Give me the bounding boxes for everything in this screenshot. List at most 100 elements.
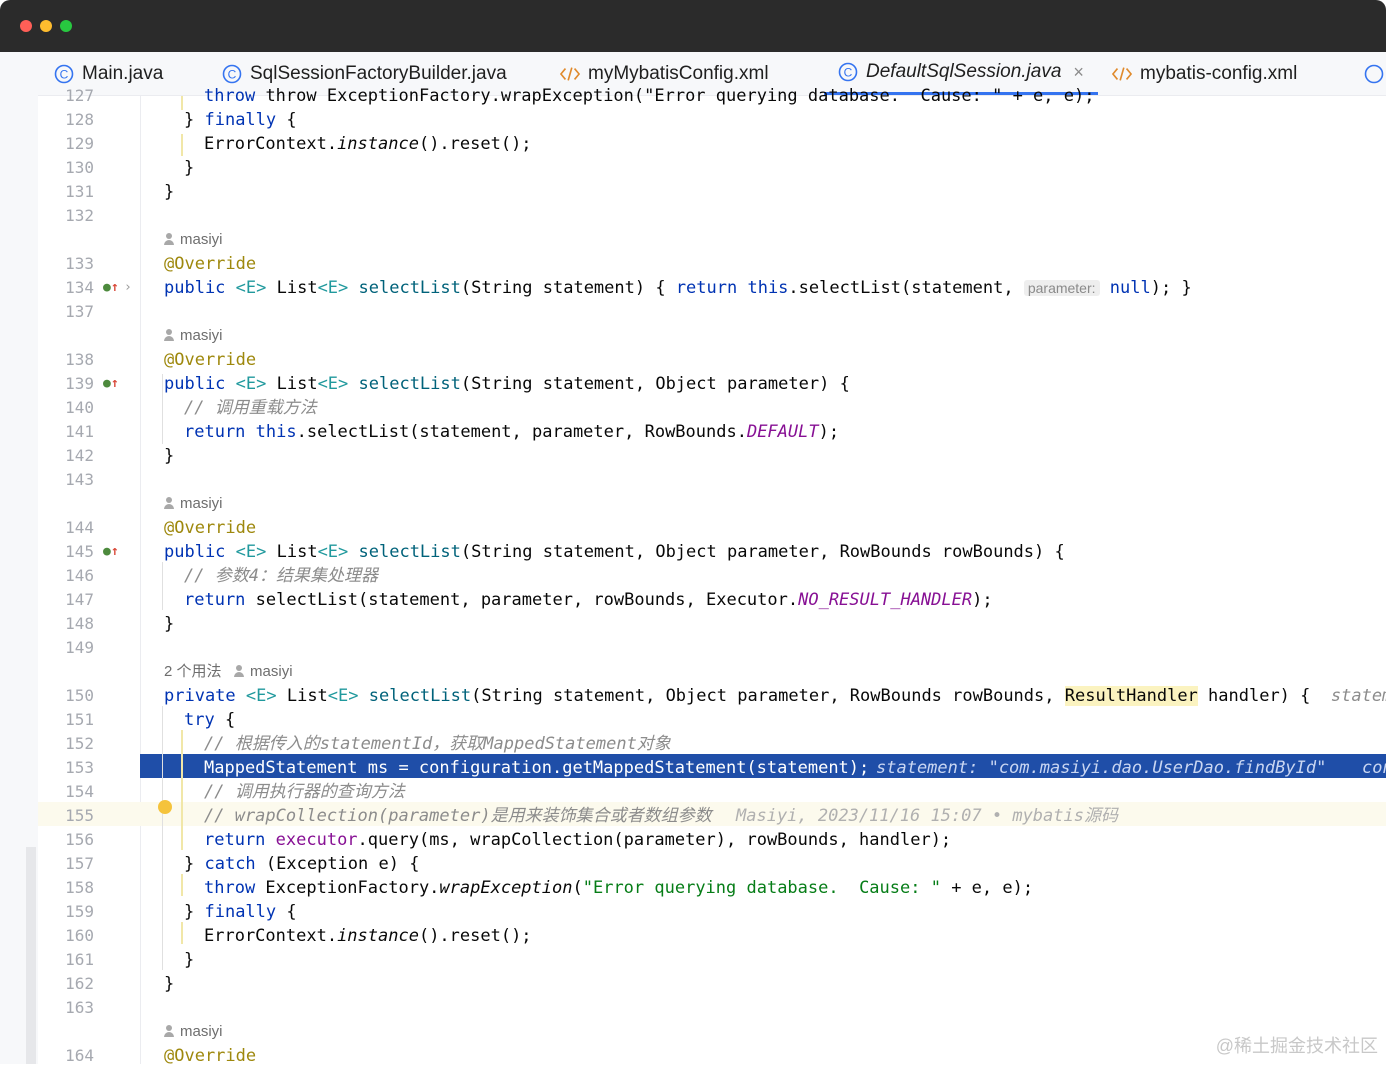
- code-line[interactable]: 157 } catch (Exception e) {: [0, 852, 1386, 876]
- code-line[interactable]: 146 // 参数4：结果集处理器: [0, 564, 1386, 588]
- line-number: 152: [65, 734, 94, 753]
- implements-up-arrow-icon[interactable]: ↑: [111, 276, 119, 300]
- code-line[interactable]: 140 // 调用重载方法: [0, 396, 1386, 420]
- code-line[interactable]: 158 throw ExceptionFactory.wrapException…: [0, 876, 1386, 900]
- line-number: 139: [65, 374, 94, 393]
- code-line[interactable]: 127 throw throw ExceptionFactory.wrapExc…: [0, 84, 1386, 108]
- line-number: 161: [65, 950, 94, 969]
- tab-label: myMybatisConfig.xml: [588, 62, 769, 84]
- code-line[interactable]: 160 ErrorContext.instance().reset();: [0, 924, 1386, 948]
- code-text: private <E> List<E> selectList(String st…: [164, 684, 1386, 708]
- user-icon: [164, 497, 174, 509]
- line-number: 158: [65, 878, 94, 897]
- line-number: 163: [65, 998, 94, 1017]
- maximize-window-button[interactable]: [60, 20, 72, 32]
- code-line[interactable]: 163: [0, 996, 1386, 1020]
- code-text: ErrorContext.instance().reset();: [204, 926, 532, 946]
- code-text: }: [164, 182, 175, 202]
- code-line[interactable]: 152 // 根据传入的statementId，获取MappedStatemen…: [0, 732, 1386, 756]
- code-line[interactable]: 134 ● ↑ › public <E> List<E> selectList(…: [0, 276, 1386, 300]
- line-number: 145: [65, 542, 94, 561]
- tab-label: DefaultSqlSession.java: [866, 61, 1062, 82]
- intention-bulb-icon[interactable]: [158, 800, 172, 814]
- code-line[interactable]: 162 }: [0, 972, 1386, 996]
- user-icon: [164, 329, 174, 341]
- xml-file-icon: [1112, 66, 1132, 81]
- code-text: return executor.query(ms, wrapCollection…: [204, 830, 952, 850]
- code-text: } finally {: [184, 902, 297, 922]
- implements-up-arrow-icon[interactable]: ↑: [111, 372, 119, 396]
- code-comment: // wrapCollection(parameter)是用来装饰集合或者数组参…: [204, 806, 712, 826]
- close-tab-icon[interactable]: ×: [1073, 62, 1084, 83]
- line-number: 134: [65, 278, 94, 297]
- code-line[interactable]: 133 @Override: [0, 252, 1386, 276]
- code-comment: // 调用重载方法: [184, 398, 317, 418]
- code-text: } catch (Exception e) {: [184, 854, 420, 874]
- code-line[interactable]: 144 @Override: [0, 516, 1386, 540]
- code-line[interactable]: 137: [0, 300, 1386, 324]
- code-line[interactable]: 161 }: [0, 948, 1386, 972]
- tab-label: mybatis-config.xml: [1140, 62, 1298, 84]
- override-icon[interactable]: ●: [103, 276, 111, 300]
- inline-debug-value: statement: "com.masiyi.dao.UserDao.findB…: [876, 758, 1327, 778]
- line-number: 144: [65, 518, 94, 537]
- parameter-hint: parameter:: [1023, 280, 1100, 296]
- line-number: 147: [65, 590, 94, 609]
- code-line[interactable]: 151 try {: [0, 708, 1386, 732]
- code-line[interactable]: 132: [0, 204, 1386, 228]
- code-line[interactable]: 147 return selectList(statement, paramet…: [0, 588, 1386, 612]
- svg-text:C: C: [60, 67, 69, 81]
- code-line[interactable]: 128 } finally {: [0, 108, 1386, 132]
- code-text: }: [164, 446, 175, 466]
- close-window-button[interactable]: [20, 20, 32, 32]
- code-line[interactable]: 149: [0, 636, 1386, 660]
- code-line[interactable]: 150 private <E> List<E> selectList(Strin…: [0, 684, 1386, 708]
- fold-chevron-icon[interactable]: ›: [124, 276, 132, 300]
- code-line[interactable]: 145 ● ↑ public <E> List<E> selectList(St…: [0, 540, 1386, 564]
- author-hint[interactable]: masiyi: [164, 1020, 223, 1044]
- code-line[interactable]: 142 }: [0, 444, 1386, 468]
- code-line[interactable]: 164 @Override: [0, 1044, 1386, 1068]
- author-hint[interactable]: masiyi: [164, 324, 223, 348]
- line-number: 142: [65, 446, 94, 465]
- java-class-icon: C: [54, 64, 74, 83]
- code-line[interactable]: 159 } finally {: [0, 900, 1386, 924]
- override-icon[interactable]: ●: [103, 540, 111, 564]
- usages-author-hint[interactable]: 2 个用法 masiyi: [164, 660, 293, 684]
- code-line[interactable]: 138 @Override: [0, 348, 1386, 372]
- override-icon[interactable]: ●: [103, 372, 111, 396]
- git-blame-hint[interactable]: Masiyi, 2023/11/16 15:07 • mybatis源码: [736, 804, 1118, 828]
- code-line[interactable]: 129 ErrorContext.instance().reset();: [0, 132, 1386, 156]
- code-line-current[interactable]: 155 // wrapCollection(parameter)是用来装饰集合或…: [0, 800, 1386, 828]
- java-class-icon: C: [838, 62, 858, 82]
- code-line[interactable]: 141 return this.selectList(statement, pa…: [0, 420, 1386, 444]
- code-line[interactable]: 148 }: [0, 612, 1386, 636]
- author-hint[interactable]: masiyi: [164, 228, 223, 252]
- code-line[interactable]: 156 return executor.query(ms, wrapCollec…: [0, 828, 1386, 852]
- line-number: 155: [65, 806, 94, 825]
- implements-up-arrow-icon[interactable]: ↑: [111, 540, 119, 564]
- line-number: 131: [65, 182, 94, 201]
- code-line[interactable]: 139 ● ↑ public <E> List<E> selectList(St…: [0, 372, 1386, 396]
- line-number: 140: [65, 398, 94, 417]
- code-line-selected[interactable]: 153 MappedStatement ms = configuration.g…: [0, 756, 1386, 780]
- code-line[interactable]: 143: [0, 468, 1386, 492]
- author-hint[interactable]: masiyi: [164, 492, 223, 516]
- code-text: throw ExceptionFactory.wrapException("Er…: [204, 878, 1034, 898]
- code-line[interactable]: 154 // 调用执行器的查询方法: [0, 780, 1386, 804]
- line-number: 132: [65, 206, 94, 225]
- minimize-window-button[interactable]: [40, 20, 52, 32]
- user-icon: [164, 233, 174, 245]
- user-icon: [234, 665, 245, 677]
- usages-count[interactable]: 2 个用法: [164, 663, 222, 680]
- user-icon: [164, 1025, 174, 1037]
- code-text: try {: [184, 710, 236, 730]
- code-line[interactable]: 130 }: [0, 156, 1386, 180]
- line-number: 133: [65, 254, 94, 273]
- code-comment: // 调用执行器的查询方法: [204, 782, 405, 802]
- line-number: 128: [65, 110, 94, 129]
- java-class-icon: [1364, 64, 1384, 83]
- line-number: 160: [65, 926, 94, 945]
- code-line[interactable]: 131 }: [0, 180, 1386, 204]
- window-title-bar: [0, 0, 1386, 52]
